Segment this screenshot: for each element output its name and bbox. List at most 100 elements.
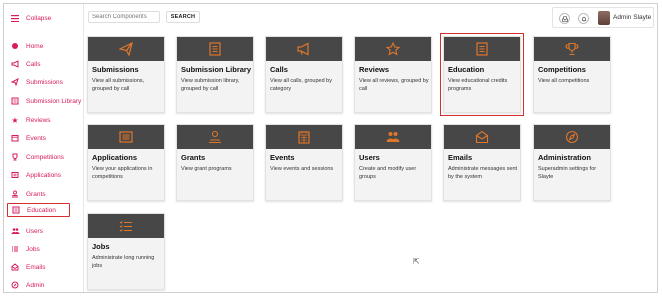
collapse-label: Collapse (26, 14, 52, 22)
inbox-icon[interactable] (559, 13, 570, 24)
users-icon (10, 226, 20, 236)
jobs-icon (10, 244, 20, 254)
card-description: Administrate messages sent by the system (448, 166, 518, 180)
card-calls[interactable]: Calls View all calls, grouped by categor… (265, 36, 343, 113)
paper-plane-icon (10, 77, 20, 87)
sidebar-item-education[interactable]: Education (7, 203, 70, 217)
star-icon (386, 42, 400, 56)
card-description: View educational credits programs (448, 78, 508, 92)
applications-icon (10, 170, 20, 180)
sidebar-item-label: Grants (26, 190, 46, 198)
sidebar: Collapse Home Calls Submissions Submissi… (4, 4, 84, 292)
card-title: Applications (92, 153, 138, 162)
library-icon (10, 96, 20, 106)
user-name: Admin Slayte (613, 14, 652, 21)
grants-icon (10, 189, 20, 199)
sidebar-item-events[interactable]: Events (4, 131, 84, 145)
sidebar-item-label: Events (26, 134, 46, 142)
card-description: Superadmin settings for Slayte (538, 166, 597, 180)
megaphone-icon (297, 42, 309, 56)
users-icon (386, 132, 400, 142)
sidebar-item-label: Emails (26, 263, 46, 271)
card-education[interactable]: Education View educational credits progr… (440, 33, 524, 116)
card-administration[interactable]: Administration Superadmin settings for S… (533, 124, 611, 201)
star-icon: ★ (11, 115, 19, 125)
card-title: Submissions (92, 65, 139, 74)
sidebar-item-emails[interactable]: Emails (4, 260, 84, 274)
card-description: View all competitions (538, 78, 590, 84)
sidebar-item-competitions[interactable]: Competitions (4, 150, 84, 164)
sidebar-item-label: Jobs (26, 245, 40, 253)
card-description: View all reviews, grouped by call (359, 78, 429, 92)
card-title: Competitions (538, 65, 586, 74)
search-input[interactable] (88, 11, 160, 23)
sidebar-item-submissions[interactable]: Submissions (4, 75, 84, 89)
sidebar-item-users[interactable]: Users (4, 224, 84, 238)
card-description: View all calls, grouped by category (270, 78, 332, 92)
sidebar-item-label: Reviews (26, 116, 51, 124)
sidebar-item-label: Home (26, 42, 44, 50)
library-icon (209, 42, 221, 56)
card-title: Reviews (359, 65, 390, 74)
sidebar-item-grants[interactable]: Grants (4, 187, 84, 201)
megaphone-icon (10, 59, 20, 69)
card-description: View submission library, grouped by call (181, 78, 240, 92)
sidebar-item-reviews[interactable]: ★ Reviews (4, 113, 84, 127)
sidebar-item-label: Admin (26, 281, 45, 289)
grants-icon (209, 130, 221, 144)
sidebar-item-admin[interactable]: Admin (4, 278, 84, 292)
top-bar: SEARCH Admin Slayte (84, 4, 657, 30)
collapse-button[interactable]: Collapse (4, 11, 84, 25)
sidebar-item-label: Submissions (26, 78, 63, 86)
sidebar-item-label: Submission Library (26, 97, 82, 105)
menu-icon (10, 13, 20, 23)
card-grants[interactable]: Grants View grant programs (176, 124, 254, 201)
card-title: Jobs (92, 242, 110, 251)
admin-icon (10, 280, 20, 290)
sidebar-item-label: Competitions (26, 153, 64, 161)
compass-icon (565, 130, 579, 144)
email-icon (10, 262, 20, 272)
sidebar-item-home[interactable]: Home (4, 39, 84, 53)
card-submissions[interactable]: Submissions View all submissions, groupe… (87, 36, 165, 113)
card-title: Submission Library (181, 65, 252, 74)
paper-plane-icon (119, 42, 133, 56)
app-frame: Collapse Home Calls Submissions Submissi… (3, 3, 658, 293)
card-title: Events (270, 153, 295, 162)
trophy-icon (10, 152, 20, 162)
card-emails[interactable]: Emails Administrate messages sent by the… (443, 124, 521, 201)
email-icon (475, 130, 489, 144)
card-title: Administration (538, 153, 591, 162)
card-description: View grant programs (181, 166, 232, 172)
sidebar-item-submission-library[interactable]: Submission Library (4, 94, 84, 108)
card-description: View your applications in competitions (92, 166, 153, 180)
calendar-icon (298, 131, 310, 144)
trophy-icon (565, 42, 579, 56)
card-submission-library[interactable]: Submission Library View submission libra… (176, 36, 254, 113)
mouse-cursor-icon: ⇱ (413, 257, 420, 266)
card-title: Education (448, 65, 485, 74)
sidebar-item-label: Calls (26, 60, 41, 68)
card-title: Grants (181, 153, 206, 162)
card-jobs[interactable]: Jobs Administrate long running jobs (87, 213, 165, 290)
card-title: Emails (448, 153, 473, 162)
bell-icon[interactable] (578, 13, 589, 24)
card-reviews[interactable]: Reviews View all reviews, grouped by cal… (354, 36, 432, 113)
education-icon (476, 42, 488, 56)
user-menu[interactable]: Admin Slayte (552, 7, 654, 28)
card-description: Create and modify user groups (359, 166, 417, 180)
card-events[interactable]: Events View events and sessions (265, 124, 343, 201)
sidebar-item-calls[interactable]: Calls (4, 57, 84, 71)
card-description: View all submissions, grouped by call (92, 78, 145, 92)
card-competitions[interactable]: Competitions View all competitions (533, 36, 611, 113)
card-applications[interactable]: Applications View your applications in c… (87, 124, 165, 201)
jobs-icon (119, 221, 132, 232)
card-users[interactable]: Users Create and modify user groups (354, 124, 432, 201)
search-button[interactable]: SEARCH (166, 11, 200, 23)
sidebar-item-applications[interactable]: Applications (4, 168, 84, 182)
applications-icon (119, 131, 133, 143)
sidebar-item-label: Education (27, 206, 56, 214)
sidebar-item-jobs[interactable]: Jobs (4, 242, 84, 256)
avatar[interactable] (598, 11, 610, 25)
sidebar-item-label: Applications (26, 171, 62, 179)
